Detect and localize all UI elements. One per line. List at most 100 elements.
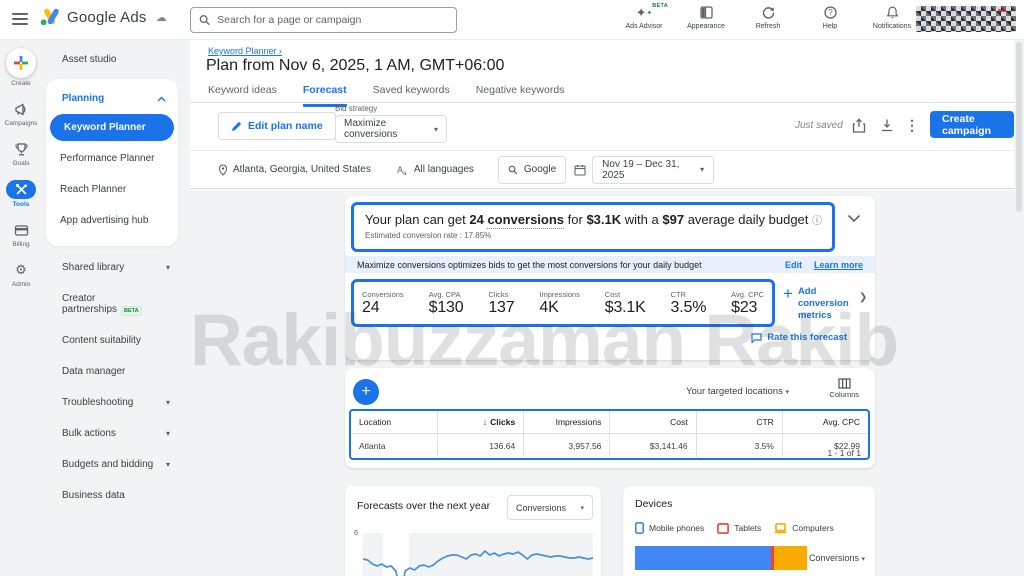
refresh-button[interactable]: Refresh — [742, 4, 794, 30]
menu-icon[interactable] — [12, 13, 28, 25]
legend-tablets: Tablets — [717, 522, 761, 534]
help-button[interactable]: ? Help — [804, 4, 856, 30]
tab-negative-keywords[interactable]: Negative keywords — [476, 84, 565, 107]
beta-badge: BETA — [121, 306, 142, 316]
sidebar-item-performance-planner[interactable]: Performance Planner — [46, 143, 178, 174]
chevron-right-icon[interactable]: ❯ — [859, 292, 867, 303]
search-input[interactable] — [217, 14, 448, 26]
table-header-row: Location ↓ Clicks Impressions Cost CTR Av… — [351, 411, 868, 434]
goals-icon — [12, 140, 30, 158]
search-icon — [199, 15, 210, 26]
share-button[interactable] — [850, 116, 868, 134]
col-impressions[interactable]: Impressions — [523, 411, 609, 433]
columns-button[interactable]: Columns — [829, 378, 859, 399]
table-row[interactable]: Atlanta 136.64 3,957.56 $3,141.46 3.5% $… — [351, 434, 868, 457]
date-range-select[interactable]: Nov 19 – Dec 31, 2025 ▾ — [592, 155, 715, 184]
page-scrollbar[interactable] — [1016, 42, 1022, 576]
edit-plan-name-button[interactable]: Edit plan name — [218, 112, 336, 140]
rate-this-forecast-button[interactable]: Rate this forecast — [751, 332, 847, 343]
bid-strategy-select[interactable]: Maximize conversions ▾ — [335, 115, 447, 143]
sidebar-item-content-suitability[interactable]: Content suitability — [42, 325, 182, 356]
scrollbar-thumb[interactable] — [1016, 42, 1022, 212]
add-location-button[interactable]: + — [353, 379, 379, 405]
add-conversion-metrics-button[interactable]: + Add conversion metrics — [783, 285, 855, 322]
forecasts-chart-card: Forecasts over the next year Conversions… — [345, 486, 601, 576]
col-ctr[interactable]: CTR — [695, 411, 782, 433]
bar-segment-computer — [774, 546, 807, 570]
location-filter[interactable]: Atlanta, Georgia, United States — [218, 163, 371, 176]
tab-saved-keywords[interactable]: Saved keywords — [373, 84, 450, 107]
banner-learn-more-link[interactable]: Learn more — [814, 260, 863, 270]
rail-item-campaigns[interactable]: Campaigns — [0, 100, 42, 127]
bid-strategy-banner: Maximize conversions optimizes bids to g… — [345, 256, 875, 273]
info-icon[interactable]: ⓘ — [812, 216, 822, 227]
sidebar-item-budgets-and-bidding[interactable]: Budgets and bidding ▾ — [42, 449, 182, 480]
create-campaign-button[interactable]: Create campaign — [930, 111, 1014, 138]
legend-computers: Computers — [774, 522, 834, 534]
location-pin-icon — [218, 163, 228, 176]
forecast-headline-box: Your plan can get 24 conversions for $3.… — [351, 202, 835, 252]
expand-chevron-icon[interactable] — [847, 214, 861, 223]
sidebar-item-asset-studio[interactable]: Asset studio — [42, 40, 182, 75]
pagination-status: 1 - 1 of 1 — [827, 448, 861, 458]
rail-item-admin[interactable]: ⚙ Admin — [0, 261, 42, 288]
locations-table-card: + Your targeted locations ▾ Columns Loca… — [345, 368, 875, 468]
col-avg-cpc[interactable]: Avg. CPC — [781, 411, 868, 433]
rail-item-tools[interactable]: Tools — [0, 180, 42, 208]
chevron-down-icon: ▾ — [165, 263, 170, 272]
account-info-redacted[interactable] — [916, 6, 1016, 32]
tools-icon — [6, 180, 36, 199]
refresh-icon — [762, 4, 775, 21]
create-button[interactable]: Create — [0, 48, 42, 87]
col-cost[interactable]: Cost — [609, 411, 695, 433]
sidebar-item-bulk-actions[interactable]: Bulk actions ▾ — [42, 418, 182, 449]
dropdown-arrow-icon: ▾ — [861, 556, 865, 563]
col-clicks[interactable]: ↓ Clicks — [437, 411, 523, 433]
network-select[interactable]: Google — [497, 155, 567, 184]
sidebar-item-data-manager[interactable]: Data manager — [42, 356, 182, 387]
create-plus-icon[interactable] — [6, 48, 36, 78]
col-location[interactable]: Location — [351, 411, 437, 433]
chevron-down-icon: ▾ — [165, 460, 170, 469]
legend-mobile-phones: Mobile phones — [635, 522, 704, 534]
language-filter[interactable]: Aa All languages — [397, 164, 474, 176]
more-options-button[interactable]: ⋮ — [903, 116, 921, 134]
sidebar-item-keyword-planner[interactable]: Keyword Planner — [50, 114, 174, 141]
beta-badge: BETA — [652, 3, 668, 9]
calendar-icon — [574, 164, 586, 176]
rail-item-billing[interactable]: Billing — [0, 221, 42, 248]
sidebar-item-business-data[interactable]: Business data — [42, 480, 182, 511]
forecast-metrics-box: Conversions 24 Avg. CPA $130 Clicks 137 Imp… — [351, 279, 775, 327]
campaigns-icon — [12, 100, 30, 118]
devices-stacked-bar — [635, 546, 807, 570]
sidebar-item-planning[interactable]: Planning — [46, 85, 178, 112]
targeted-locations-select[interactable]: Your targeted locations ▾ — [686, 386, 789, 397]
download-button[interactable] — [878, 116, 896, 134]
sidebar-item-reach-planner[interactable]: Reach Planner — [46, 174, 178, 205]
sidebar-item-shared-library[interactable]: Shared library ▾ — [42, 252, 182, 283]
global-search[interactable] — [190, 7, 457, 33]
network-search-icon — [508, 165, 518, 174]
secondary-sidebar: Asset studio Planning Keyword Planner Pe… — [42, 40, 182, 576]
devices-card: Devices Mobile phones Tablets Computers … — [623, 486, 875, 576]
sparkle-icon: ✦ ✦ — [635, 4, 653, 20]
billing-icon — [12, 221, 30, 239]
rail-item-goals[interactable]: Goals — [0, 140, 42, 167]
devices-metric-select[interactable]: Conversions ▾ — [809, 553, 865, 563]
appearance-button[interactable]: Appearance — [680, 4, 732, 30]
y-axis-tick: 6 — [354, 528, 359, 537]
forecast-metric-select[interactable]: Conversions ▾ — [507, 495, 593, 520]
laptop-icon — [774, 522, 787, 533]
sidebar-item-troubleshooting[interactable]: Troubleshooting ▾ — [42, 387, 182, 418]
breadcrumb[interactable]: Keyword Planner › — [208, 46, 282, 56]
tab-keyword-ideas[interactable]: Keyword ideas — [208, 84, 277, 107]
sidebar-item-creator-partnerships[interactable]: Creator partnerships BETA — [42, 283, 182, 325]
sidebar-item-app-advertising-hub[interactable]: App advertising hub — [46, 205, 178, 236]
conversions-term[interactable]: conversions — [487, 212, 565, 229]
notifications-button[interactable]: Notifications — [866, 4, 918, 30]
svg-text:a: a — [403, 171, 407, 176]
dropdown-arrow-icon: ▾ — [785, 389, 789, 396]
banner-edit-link[interactable]: Edit — [785, 260, 802, 270]
ads-advisor-button[interactable]: BETA ✦ ✦ Ads Advisor — [618, 3, 670, 30]
mobile-phone-icon — [635, 522, 644, 534]
